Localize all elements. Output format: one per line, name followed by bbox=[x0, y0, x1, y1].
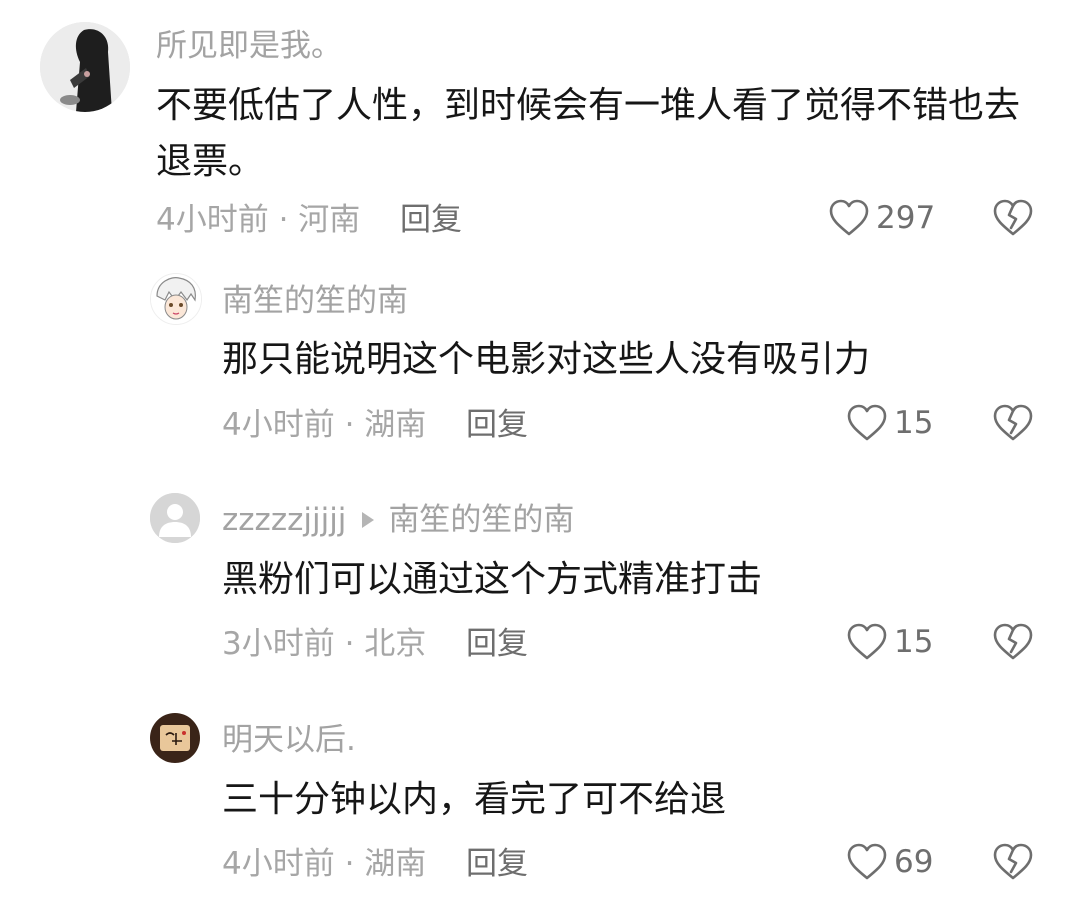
reply-button[interactable]: 回复 bbox=[466, 844, 528, 884]
comment-meta: 4小时前 · 湖南 bbox=[222, 405, 426, 445]
like-count: 15 bbox=[894, 405, 934, 441]
reply-button[interactable]: 回复 bbox=[400, 200, 462, 240]
heart-outline-icon bbox=[847, 623, 887, 660]
username[interactable]: 明天以后. bbox=[222, 720, 356, 760]
location: 河南 bbox=[298, 202, 361, 238]
reply-button[interactable]: 回复 bbox=[466, 405, 528, 445]
username[interactable]: 所见即是我。 bbox=[156, 26, 342, 66]
avatar-image bbox=[150, 713, 200, 763]
meta-separator: · bbox=[334, 626, 365, 662]
timestamp: 4小时前 bbox=[222, 846, 335, 882]
comment-text: 黑粉们可以通过这个方式精准打击 bbox=[222, 559, 763, 600]
comment-text: 那只能说明这个电影对这些人没有吸引力 bbox=[222, 339, 871, 380]
comment-text: 不要低估了人性，到时候会有一堆人看了觉得不错也去退票。 bbox=[156, 85, 1021, 182]
broken-heart-icon bbox=[993, 404, 1033, 441]
username[interactable]: 南笙的笙的南 bbox=[222, 281, 408, 321]
location: 北京 bbox=[364, 626, 427, 662]
broken-heart-icon bbox=[993, 199, 1033, 236]
comment-meta: 4小时前 · 河南 bbox=[156, 200, 360, 240]
comment-text: 三十分钟以内，看完了可不给退 bbox=[222, 779, 727, 820]
timestamp: 4小时前 bbox=[156, 202, 269, 238]
like-count: 15 bbox=[894, 624, 934, 660]
timestamp: 4小时前 bbox=[222, 407, 335, 443]
avatar-image bbox=[40, 22, 130, 112]
reply-to-username[interactable]: 南笙的笙的南 bbox=[388, 502, 574, 538]
reply-header: zzzzzjjjjj 南笙的笙的南 bbox=[222, 500, 574, 540]
meta-separator: · bbox=[268, 202, 299, 238]
heart-outline-icon bbox=[847, 404, 887, 441]
dislike-button[interactable] bbox=[992, 622, 1034, 662]
dislike-button[interactable] bbox=[992, 842, 1034, 882]
comment-meta: 4小时前 · 湖南 bbox=[222, 844, 426, 884]
username[interactable]: zzzzzjjjjj bbox=[222, 502, 346, 538]
reply-arrow-icon bbox=[362, 512, 375, 528]
avatar[interactable] bbox=[150, 273, 202, 325]
avatar-image bbox=[151, 274, 201, 324]
default-avatar-icon bbox=[150, 493, 200, 543]
location: 湖南 bbox=[364, 846, 427, 882]
like-button[interactable]: 69 bbox=[846, 842, 933, 882]
like-button[interactable]: 15 bbox=[846, 622, 933, 662]
dislike-button[interactable] bbox=[992, 403, 1034, 443]
meta-separator: · bbox=[334, 407, 365, 443]
dislike-button[interactable] bbox=[992, 198, 1034, 238]
like-count: 69 bbox=[894, 844, 934, 880]
like-button[interactable]: 15 bbox=[846, 403, 933, 443]
location: 湖南 bbox=[364, 407, 427, 443]
meta-separator: · bbox=[334, 846, 365, 882]
broken-heart-icon bbox=[993, 843, 1033, 880]
like-button[interactable]: 297 bbox=[828, 198, 935, 238]
avatar[interactable] bbox=[150, 713, 200, 763]
comment-meta: 3小时前 · 北京 bbox=[222, 624, 426, 664]
reply-button[interactable]: 回复 bbox=[466, 624, 528, 664]
heart-outline-icon bbox=[847, 843, 887, 880]
avatar[interactable] bbox=[150, 493, 200, 543]
timestamp: 3小时前 bbox=[222, 626, 335, 662]
avatar[interactable] bbox=[40, 22, 130, 112]
broken-heart-icon bbox=[993, 623, 1033, 660]
heart-outline-icon bbox=[829, 199, 869, 236]
like-count: 297 bbox=[876, 200, 936, 236]
